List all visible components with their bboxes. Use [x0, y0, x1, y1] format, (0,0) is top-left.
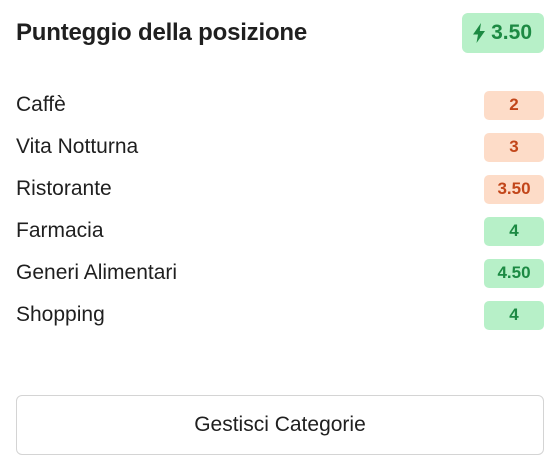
category-score-badge: 3: [484, 132, 544, 162]
category-label: Shopping: [16, 303, 105, 326]
category-row-shopping: Shopping 4: [16, 294, 544, 336]
category-list: Caffè 2 Vita Notturna 3 Ristorante 3.50 …: [16, 84, 544, 336]
category-score-badge: 4.50: [484, 258, 544, 288]
total-score-badge: 3.50: [462, 13, 544, 53]
card-header: Punteggio della posizione 3.50: [16, 12, 544, 54]
location-score-card: Punteggio della posizione 3.50 Caffè 2 V…: [0, 0, 550, 472]
total-score-value: 3.50: [491, 21, 532, 44]
category-row-vita-notturna: Vita Notturna 3: [16, 126, 544, 168]
category-score-badge: 2: [484, 90, 544, 120]
category-score-badge: 4: [484, 300, 544, 330]
manage-categories-button[interactable]: Gestisci Categorie: [16, 395, 544, 455]
category-score-badge: 3.50: [484, 174, 544, 204]
category-row-generi-alimentari: Generi Alimentari 4.50: [16, 252, 544, 294]
category-label: Farmacia: [16, 219, 104, 242]
category-score-badge: 4: [484, 216, 544, 246]
category-row-ristorante: Ristorante 3.50: [16, 168, 544, 210]
category-label: Caffè: [16, 93, 66, 116]
lightning-bolt-icon: [473, 23, 486, 43]
category-label: Vita Notturna: [16, 135, 139, 158]
category-label: Ristorante: [16, 177, 112, 200]
category-row-farmacia: Farmacia 4: [16, 210, 544, 252]
card-title: Punteggio della posizione: [16, 19, 308, 46]
category-label: Generi Alimentari: [16, 261, 178, 284]
category-row-caffe: Caffè 2: [16, 84, 544, 126]
